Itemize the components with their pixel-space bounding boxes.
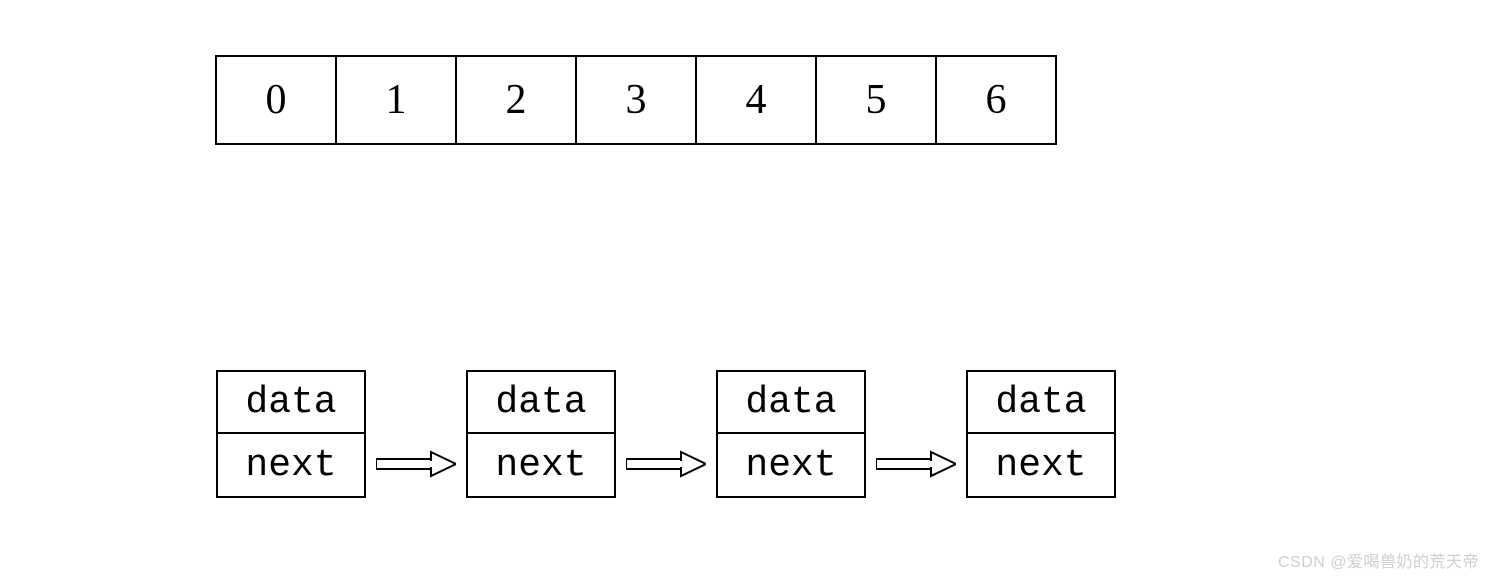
node-next-label: next (468, 434, 614, 496)
node-next-label: next (718, 434, 864, 496)
array-cell: 6 (935, 55, 1057, 145)
linked-list-diagram: data next data next data next data next (216, 370, 1116, 498)
node-data-label: data (968, 372, 1114, 434)
watermark-text: CSDN @爱喝兽奶的荒天帝 (1278, 548, 1479, 572)
arrow-right-icon (626, 449, 706, 479)
list-node: data next (966, 370, 1116, 498)
array-diagram: 0 1 2 3 4 5 6 (215, 55, 1057, 145)
array-cell: 2 (455, 55, 577, 145)
arrow-right-icon (876, 449, 956, 479)
node-next-label: next (218, 434, 364, 496)
array-cell: 0 (215, 55, 337, 145)
array-cell: 5 (815, 55, 937, 145)
arrow-right-icon (376, 449, 456, 479)
node-data-label: data (218, 372, 364, 434)
list-node: data next (716, 370, 866, 498)
node-next-label: next (968, 434, 1114, 496)
array-cell: 3 (575, 55, 697, 145)
node-data-label: data (718, 372, 864, 434)
list-node: data next (216, 370, 366, 498)
array-cell: 4 (695, 55, 817, 145)
list-node: data next (466, 370, 616, 498)
node-data-label: data (468, 372, 614, 434)
array-cell: 1 (335, 55, 457, 145)
